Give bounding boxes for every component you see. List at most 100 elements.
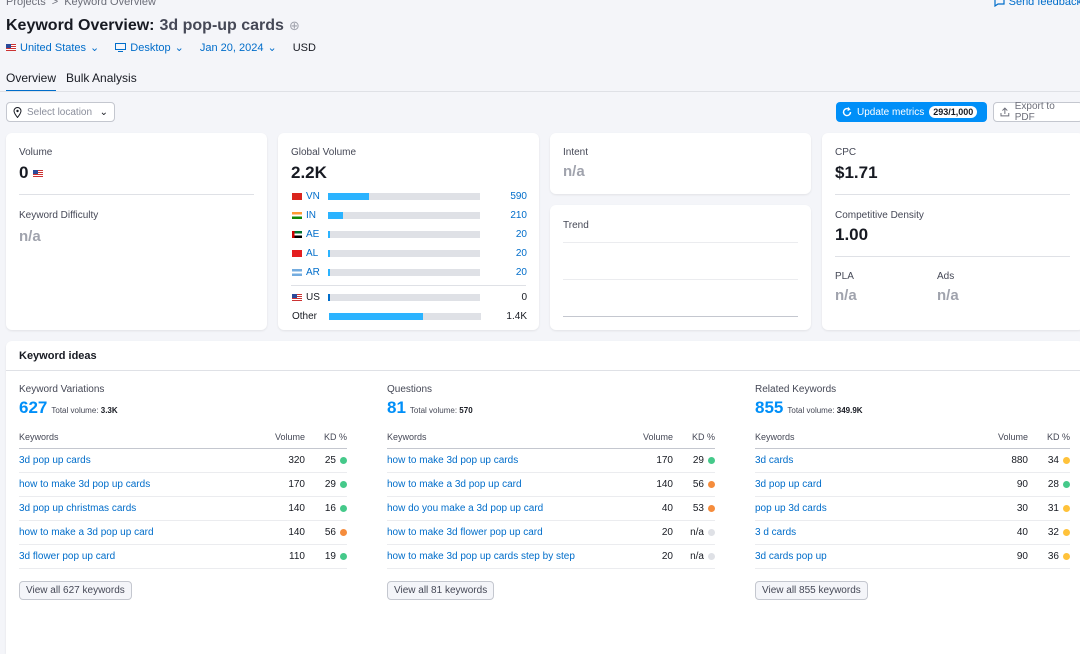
kd-dot-icon <box>708 481 715 488</box>
country-row[interactable]: VN 590 <box>292 190 527 202</box>
chevron-down-icon: ⌄ <box>90 42 100 54</box>
col-header-kd: KD % <box>673 432 715 449</box>
table-row: 3d cards 880 34 <box>755 448 1070 473</box>
keyword-link[interactable]: 3 d cards <box>755 520 948 545</box>
breadcrumb: Projects > Keyword Overview <box>6 0 156 8</box>
cpc-value: $1.71 <box>835 163 878 182</box>
volume-bar-fill <box>328 230 331 238</box>
keyword-link[interactable]: 3d pop up christmas cards <box>19 496 253 521</box>
keyword-ideas-title: Keyword ideas <box>19 350 97 362</box>
pla-label: PLA <box>835 271 854 282</box>
keyword-link[interactable]: 3d pop up card <box>755 472 948 497</box>
send-feedback-link[interactable]: Send feedback <box>994 0 1080 8</box>
date-dropdown[interactable]: Jan 20, 2024 ⌄ <box>200 41 277 55</box>
country-row[interactable]: AR 20 <box>292 266 527 278</box>
keyword-difficulty: 28 <box>1028 472 1070 497</box>
tab-overview[interactable]: Overview <box>6 71 57 92</box>
kd-dot-icon <box>340 505 347 512</box>
country-row[interactable]: AE 20 <box>292 228 527 240</box>
keyword-volume: 170 <box>633 448 673 473</box>
related-keywords-table: Keywords Volume KD % 3d cards 880 34 3d pop… <box>755 432 1070 569</box>
col-header-volume: Volume <box>633 432 673 449</box>
country-code: IN <box>306 209 316 221</box>
volume-bar <box>329 312 481 320</box>
ar-flag-icon <box>292 268 302 276</box>
questions-count[interactable]: 81 <box>387 398 406 418</box>
volume-bar-fill <box>328 211 344 219</box>
vn-flag-icon <box>292 192 302 200</box>
col-header-volume: Volume <box>252 432 305 449</box>
country-code: AE <box>306 228 320 240</box>
col-header-keywords: Keywords <box>755 432 948 449</box>
keyword-volume: 90 <box>947 472 1028 497</box>
global-volume-card: Global Volume 2.2K VN 590 IN 210 AE 20 A… <box>278 133 539 330</box>
update-metrics-button[interactable]: Update metrics 293/1,000 <box>836 102 987 122</box>
keyword-link[interactable]: how to make a 3d pop up card <box>387 472 634 497</box>
export-pdf-button[interactable]: Export to PDF <box>993 101 1080 123</box>
table-row: 3 d cards 40 32 <box>755 520 1070 545</box>
breadcrumb-current: Keyword Overview <box>64 0 156 8</box>
country-row[interactable]: IN 210 <box>292 209 527 221</box>
country-volume: 20 <box>515 266 527 278</box>
keyword-difficulty: 34 <box>1028 448 1070 473</box>
currency-label: USD <box>292 41 316 54</box>
keyword-volume: 170 <box>252 472 305 497</box>
kd-value: 32 <box>1047 527 1059 538</box>
country-label: United States <box>20 41 87 54</box>
trend-card: Trend <box>550 205 811 330</box>
keyword-link[interactable]: how to make 3d flower pop up card <box>387 520 634 545</box>
tab-bulk-analysis[interactable]: Bulk Analysis <box>66 71 137 92</box>
volume-bar <box>328 211 480 219</box>
kd-label: Keyword Difficulty <box>19 210 99 221</box>
related-keywords-column: Related Keywords 855 Total volume: 349.9… <box>755 384 1070 600</box>
country-dropdown[interactable]: United States ⌄ <box>6 41 99 54</box>
keyword-link[interactable]: how to make 3d pop up cards step by step <box>387 544 634 569</box>
divider <box>835 256 1070 257</box>
kd-value: n/a <box>690 551 704 562</box>
location-select[interactable]: Select location ⌄ <box>6 102 115 122</box>
country-volume: 210 <box>510 209 527 221</box>
divider <box>835 194 1070 195</box>
keyword-link[interactable]: pop up 3d cards <box>755 496 948 521</box>
table-row: how to make a 3d pop up card 140 56 <box>19 520 347 545</box>
view-all-related-button[interactable]: View all 855 keywords <box>755 581 868 600</box>
table-row: 3d cards pop up 90 36 <box>755 544 1070 569</box>
keyword-volume: 20 <box>633 520 673 545</box>
col-header-keywords: Keywords <box>19 432 253 449</box>
col-header-kd: KD % <box>1028 432 1070 449</box>
country-row-us: US 0 <box>292 291 527 303</box>
keyword-link[interactable]: how to make 3d pop up cards <box>19 472 253 497</box>
keyword-link[interactable]: 3d cards pop up <box>755 544 948 569</box>
volume-card: Volume 0 Keyword Difficulty n/a <box>6 133 267 330</box>
country-volume: 20 <box>515 228 527 240</box>
keyword-difficulty: 16 <box>305 496 347 521</box>
keyword-volume: 110 <box>252 544 305 569</box>
breadcrumb-projects[interactable]: Projects <box>6 0 46 8</box>
volume-bar-fill <box>328 249 331 257</box>
device-dropdown[interactable]: Desktop ⌄ <box>115 41 184 54</box>
add-to-list-icon[interactable]: ⊕ <box>289 18 300 34</box>
volume-bar <box>328 230 480 238</box>
keyword-link[interactable]: how to make 3d pop up cards <box>387 448 634 473</box>
country-row[interactable]: AL 20 <box>292 247 527 259</box>
kd-dot-icon <box>340 457 347 464</box>
update-metrics-count: 293/1,000 <box>929 106 978 118</box>
country-code: AL <box>306 247 319 259</box>
keyword-difficulty: n/a <box>673 544 715 569</box>
view-all-variations-button[interactable]: View all 627 keywords <box>19 581 132 600</box>
table-row: 3d pop up christmas cards 140 16 <box>19 496 347 521</box>
related-keywords-count[interactable]: 855 <box>755 398 783 418</box>
keyword-link[interactable]: 3d pop up cards <box>19 448 253 473</box>
kd-value: 29 <box>692 455 704 466</box>
keyword-link[interactable]: how to make a 3d pop up card <box>19 520 253 545</box>
device-label: Desktop <box>130 41 171 54</box>
keyword-link[interactable]: how do you make a 3d pop up card <box>387 496 634 521</box>
keyword-variations-count[interactable]: 627 <box>19 398 47 418</box>
view-all-questions-button[interactable]: View all 81 keywords <box>387 581 495 600</box>
volume-bar-fill <box>328 268 331 276</box>
kd-value: 16 <box>324 503 336 514</box>
intent-card: Intent n/a <box>550 133 811 194</box>
keyword-link[interactable]: 3d flower pop up card <box>19 544 253 569</box>
trend-gridline <box>563 242 798 243</box>
keyword-link[interactable]: 3d cards <box>755 448 948 473</box>
